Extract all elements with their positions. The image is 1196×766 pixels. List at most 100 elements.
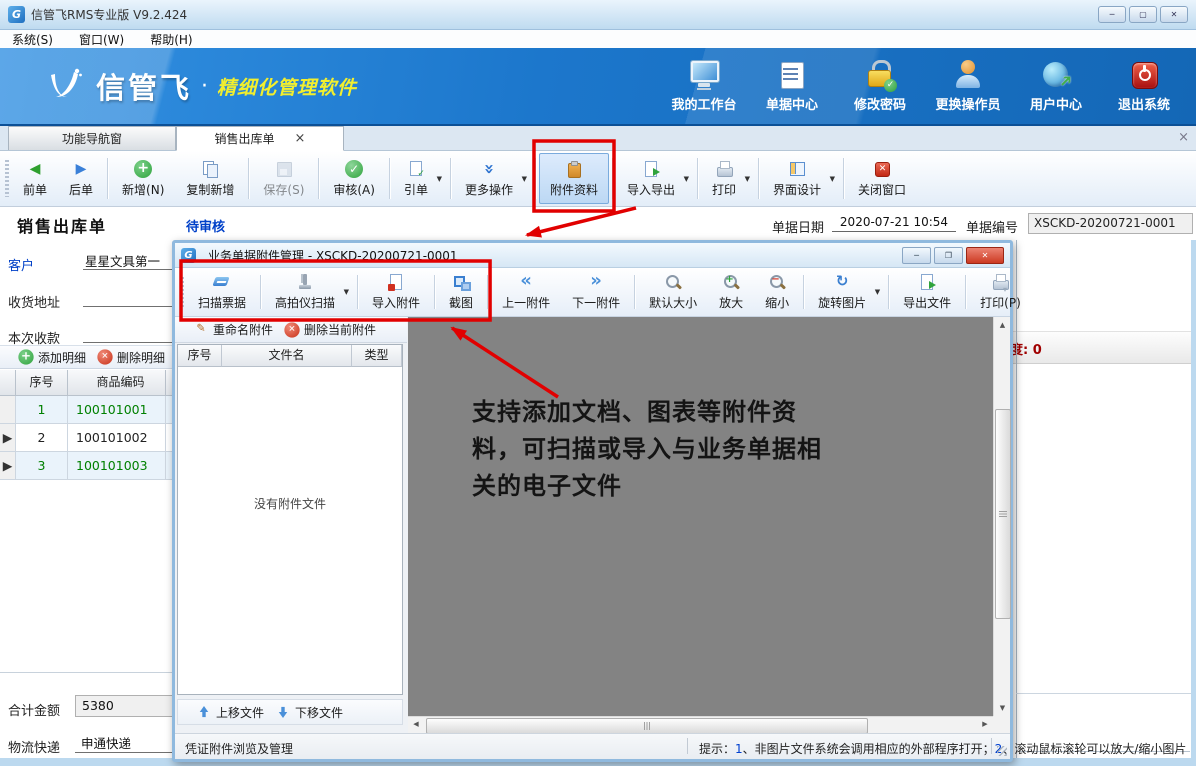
horizontal-scroll-thumb[interactable] (426, 718, 868, 734)
logistics-field[interactable]: 申通快递 (75, 733, 184, 753)
attachment-list[interactable]: 序号文件名类型 没有附件文件 (177, 344, 403, 695)
dialog-minimize-icon[interactable]: ─ (902, 247, 931, 264)
toolbar-button-impexp[interactable]: 导入导出▼ (616, 153, 694, 204)
menu-item[interactable]: 帮助(H) (150, 31, 192, 48)
dlg-toolbar-button-scan[interactable]: 扫描票据 (187, 270, 257, 314)
toolbar-grip[interactable] (180, 277, 184, 307)
banner-item-doc-center[interactable]: 单据中心 (752, 60, 832, 113)
list-header-cell[interactable]: 文件名 (222, 345, 352, 367)
dlg-toolbar-button-zoomout[interactable]: −缩小 (754, 270, 800, 314)
resize-grip[interactable] (997, 746, 1007, 756)
dlg-toolbar-button-zoomin[interactable]: +放大 (708, 270, 754, 314)
table-cell: 1 (16, 396, 68, 424)
toolbar-button-closewin[interactable]: 关闭窗口 (847, 153, 917, 204)
tab-sales-outbound[interactable]: 销售出库单× (176, 126, 344, 151)
toolbar-grip[interactable] (5, 160, 9, 197)
toolbar-button-add[interactable]: 新增(N) (111, 153, 175, 204)
toolbar-button-label: 附件资料 (550, 181, 598, 198)
attachment-dialog: G 业务单据附件管理 - XSCKD-20200721-0001 ─ ❐ ✕ 扫… (172, 240, 1013, 762)
maximize-icon[interactable]: ▢ (1129, 6, 1157, 23)
date-field[interactable]: 2020-07-21 10:54 (832, 215, 956, 232)
banner-item-exit[interactable]: 退出系统 (1104, 60, 1184, 113)
dlg-toolbar-button-highcam[interactable]: 高拍仪扫描▼ (264, 270, 354, 314)
vertical-scroll-thumb[interactable] (995, 409, 1011, 619)
status-badge: 待审核 (186, 216, 225, 235)
toolbar-separator (758, 158, 759, 199)
toolbar-button-refdoc[interactable]: 引单▼ (393, 153, 447, 204)
dlg-toolbar-button-nextatt[interactable]: 下一附件 (561, 270, 631, 314)
toolbar-button-next[interactable]: 后单 (58, 153, 104, 204)
toolbar-overflow-icon[interactable]: ▾ (1003, 285, 1007, 294)
scroll-up-icon[interactable]: ▲ (994, 317, 1011, 333)
dialog-status-hint: 提示：1、非图片文件系统会调用相应的外部程序打开；2、滚动鼠标滚轮可以放大/缩小… (699, 740, 1186, 757)
horizontal-scrollbar[interactable]: ◀ ▶ (408, 716, 993, 733)
dialog-title: 业务单据附件管理 - XSCKD-20200721-0001 (208, 247, 458, 264)
attachment-button-delcur[interactable]: 删除当前附件 (278, 321, 381, 339)
toolbar-button-save[interactable]: 保存(S) (252, 153, 315, 204)
detail-button-add-detail[interactable]: 添加明细 (12, 348, 91, 366)
annotation-line: 支持添加文档、图表等附件资 (472, 393, 912, 430)
menu-item[interactable]: 窗口(W) (79, 31, 124, 48)
attachment-list-header: 序号文件名类型 (178, 345, 402, 367)
brand: 信管飞 · 精细化管理软件 (42, 65, 357, 107)
toolbar-button-audit[interactable]: 审核(A) (322, 153, 386, 204)
dialog-titlebar[interactable]: G 业务单据附件管理 - XSCKD-20200721-0001 ─ ❐ ✕ (175, 243, 1010, 268)
dialog-close-icon[interactable]: ✕ (966, 247, 1004, 264)
banner-item-user-center[interactable]: ➔用户中心 (1016, 60, 1096, 113)
detail-toolbar: 添加明细删除明细 (0, 345, 173, 369)
scroll-right-icon[interactable]: ▶ (977, 717, 993, 733)
list-header-cell[interactable]: 类型 (352, 345, 402, 367)
toolbar-button-label: 缩小 (765, 294, 789, 311)
grid-header-marker (0, 370, 16, 396)
dlg-toolbar-button-importatt[interactable]: 导入附件 (361, 270, 431, 314)
app-window: G 信管飞RMS专业版 V9.2.424 ─ ▢ ✕ 系统(S)窗口(W)帮助(… (0, 0, 1196, 766)
viewer-canvas[interactable]: 支持添加文档、图表等附件资 料，可扫描或导入与业务单据相 关的电子文件 (408, 317, 993, 716)
annotation-text: 支持添加文档、图表等附件资 料，可扫描或导入与业务单据相 关的电子文件 (472, 393, 912, 504)
dlg-toolbar-button-exportfile[interactable]: 导出文件 (892, 270, 962, 314)
toolbar-button-label: 更多操作 (465, 181, 513, 198)
banner-item-workbench[interactable]: 我的工作台 (664, 60, 744, 113)
dlg-toolbar-button-prevatt[interactable]: 上一附件 (491, 270, 561, 314)
dlg-toolbar-button-printp[interactable]: 打印(P) (969, 270, 1032, 314)
attachment-viewer: 支持添加文档、图表等附件资 料，可扫描或导入与业务单据相 关的电子文件 ▲ ▼ … (408, 317, 1010, 733)
toolbar-separator (634, 275, 635, 309)
tab-nav-pane[interactable]: 功能导航窗 (8, 126, 176, 150)
toolbar-separator (389, 158, 390, 199)
menu-item[interactable]: 系统(S) (12, 31, 53, 48)
dialog-status-text: 凭证附件浏览及管理 (185, 740, 293, 757)
toolbar-button-copy[interactable]: 复制新增 (175, 153, 245, 204)
dlg-toolbar-button-defsize[interactable]: 默认大小 (638, 270, 708, 314)
dlg-toolbar-button-shot[interactable]: 截图 (438, 270, 484, 314)
status-divider (991, 738, 992, 754)
button-label: 重命名附件 (213, 321, 273, 338)
toolbar-button-print[interactable]: 打印▼ (701, 153, 755, 204)
toolbar-separator (487, 275, 488, 309)
vertical-scrollbar[interactable]: ▲ ▼ (993, 317, 1010, 716)
magd-icon (664, 273, 682, 291)
banner-item-label: 用户中心 (1030, 98, 1082, 113)
banner-item-password[interactable]: ✓修改密码 (840, 60, 920, 113)
status-divider (687, 738, 688, 754)
tabstrip-close-icon[interactable]: × (1178, 130, 1189, 145)
move-button-moveup[interactable]: 上移文件 (190, 703, 269, 721)
scroll-left-icon[interactable]: ◀ (408, 717, 424, 733)
dialog-restore-icon[interactable]: ❐ (934, 247, 963, 264)
toolbar-button-label: 审核(A) (333, 181, 375, 198)
chevron-down-icon: ▼ (437, 175, 442, 183)
list-header-cell[interactable]: 序号 (178, 345, 222, 367)
banner-item-label: 更换操作员 (935, 98, 1000, 113)
dlg-toolbar-button-rotate[interactable]: 旋转图片▼ (807, 270, 885, 314)
move-button-movedown[interactable]: 下移文件 (269, 703, 348, 721)
minimize-icon[interactable]: ─ (1098, 6, 1126, 23)
close-icon[interactable]: ✕ (1160, 6, 1188, 23)
attachment-button-rename[interactable]: 重命名附件 (187, 321, 278, 339)
toolbar-button-design[interactable]: 界面设计▼ (762, 153, 840, 204)
detail-button-del-detail[interactable]: 删除明细 (91, 348, 170, 366)
tab-close-icon[interactable]: × (295, 127, 306, 151)
toolbar-button-prev[interactable]: 前单 (12, 153, 58, 204)
next-icon (72, 160, 90, 178)
toolbar-button-more[interactable]: 更多操作▼ (454, 153, 532, 204)
toolbar-button-attach[interactable]: 附件资料 (539, 153, 609, 204)
scroll-down-icon[interactable]: ▼ (994, 700, 1011, 716)
banner-item-operator[interactable]: 更换操作员 (928, 60, 1008, 113)
